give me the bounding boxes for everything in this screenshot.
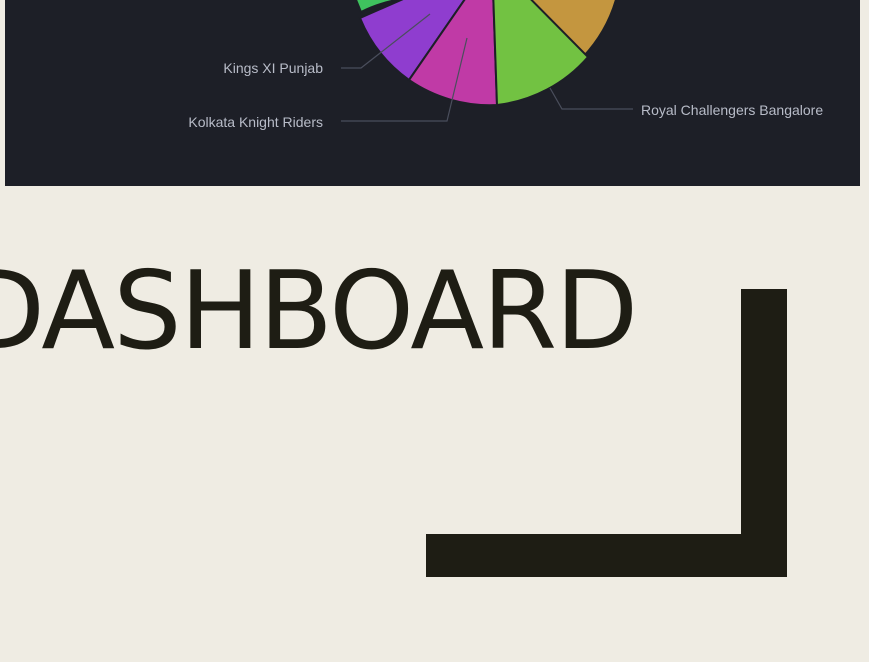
slice-label-kings-xi-punjab: Kings XI Punjab — [223, 60, 323, 76]
leader-line-royal-challengers-bangalore — [549, 87, 633, 110]
slice-label-kolkata-knight-riders: Kolkata Knight Riders — [188, 114, 323, 130]
corner-bracket-horizontal-bar — [426, 534, 787, 577]
pie-chart-panel: Kings XI Punjab Kolkata Knight Riders Ro… — [5, 0, 860, 186]
slice-label-royal-challengers-bangalore: Royal Challengers Bangalore — [641, 102, 823, 118]
dashboard-title: DASHBOARD — [0, 249, 638, 374]
pie-chart: Kings XI Punjab Kolkata Knight Riders Ro… — [188, 0, 823, 130]
